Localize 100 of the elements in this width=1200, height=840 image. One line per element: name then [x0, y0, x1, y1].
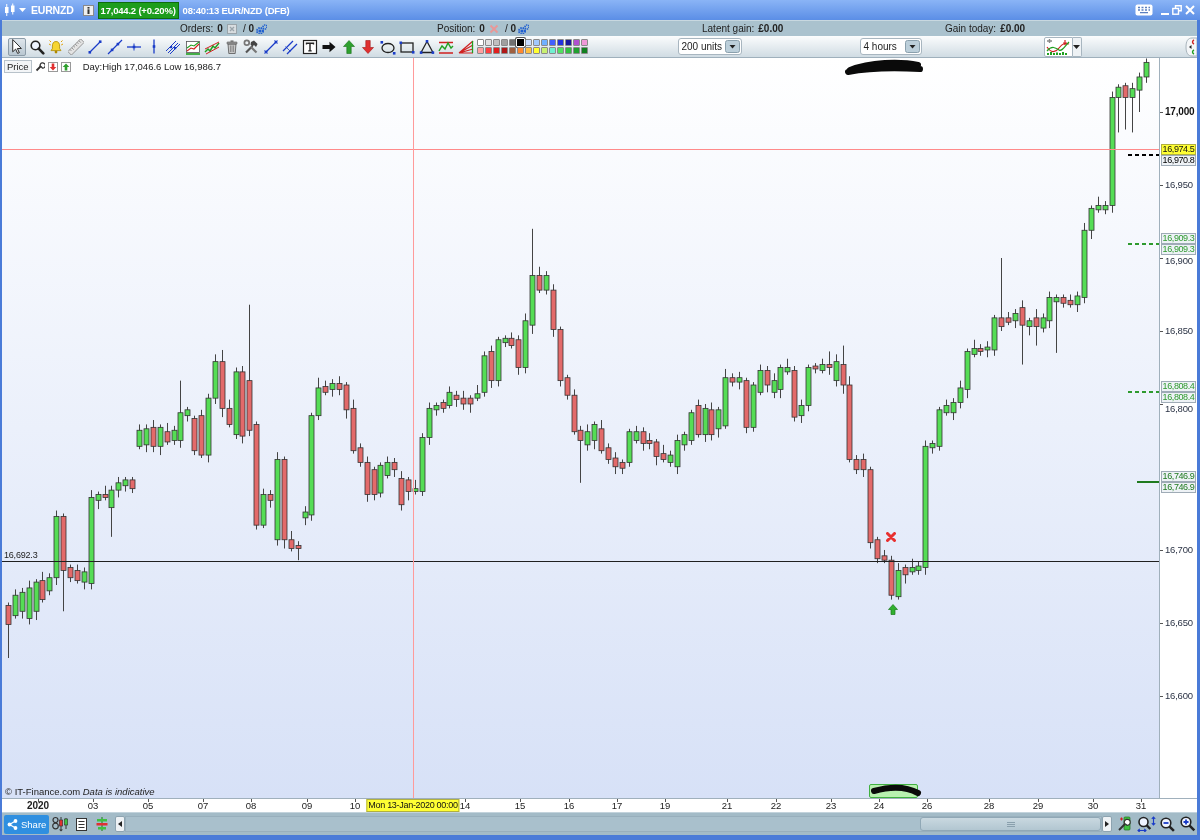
- caret-icon[interactable]: [19, 8, 26, 12]
- color-swatch-icon[interactable]: [492, 47, 500, 54]
- close-icon[interactable]: [1185, 5, 1195, 15]
- tool-button[interactable]: [86, 37, 104, 56]
- color-swatch-icon[interactable]: [556, 39, 564, 46]
- ellipse-icon: [379, 38, 396, 55]
- wrench-settings-icon[interactable]: [1117, 816, 1133, 832]
- gear-icon[interactable]: [255, 23, 268, 34]
- zoom-out-icon[interactable]: [1160, 816, 1175, 832]
- chart-type-icon[interactable]: [52, 816, 69, 832]
- color-swatch-icon[interactable]: [564, 39, 572, 46]
- color-swatch-icon[interactable]: [532, 39, 540, 46]
- color-swatch-icon[interactable]: [484, 47, 492, 54]
- date-axis-label: 15: [514, 800, 526, 812]
- date-axis-label: 30: [1087, 800, 1099, 812]
- down-arrow-box-icon[interactable]: [47, 61, 58, 72]
- tool-button[interactable]: [242, 37, 260, 56]
- scroll-right-button[interactable]: [1102, 816, 1112, 832]
- crosshair-date-tag: Mon 13-Jan-2020 00:00: [366, 799, 460, 812]
- color-swatch-icon[interactable]: [580, 47, 588, 54]
- indicator-bars-icon[interactable]: [96, 817, 108, 831]
- tool-button[interactable]: [300, 37, 319, 56]
- color-swatch-icon[interactable]: [484, 39, 492, 46]
- color-swatch-icon[interactable]: [548, 47, 556, 54]
- date-axis-label: 19: [659, 800, 671, 812]
- color-swatch-icon[interactable]: [580, 39, 588, 46]
- keyboard-icon[interactable]: [1135, 4, 1153, 16]
- caret-icon: [1073, 44, 1080, 49]
- info-icon[interactable]: [82, 4, 94, 16]
- date-axis-label: 28: [983, 800, 995, 812]
- market-time-text: 08:40:13 EUR/NZD (DFB): [182, 4, 290, 16]
- scroll-left-button[interactable]: [115, 816, 125, 832]
- magnifier-icon: [28, 38, 45, 55]
- color-swatch-icon[interactable]: [540, 39, 548, 46]
- price-axis-label: 16,600: [1165, 690, 1193, 701]
- color-swatch-icon[interactable]: [532, 47, 540, 54]
- color-swatch-icon[interactable]: [572, 39, 580, 46]
- color-swatch-icon[interactable]: [540, 47, 548, 54]
- color-swatch-icon[interactable]: [500, 39, 508, 46]
- color-swatch-icon[interactable]: [516, 47, 524, 54]
- right-caret-icon: [1105, 821, 1109, 827]
- zoom-in-icon[interactable]: [1180, 816, 1196, 832]
- color-swatch-icon[interactable]: [564, 47, 572, 54]
- hammer-wrench-icon: [243, 38, 259, 55]
- tool-button[interactable]: [8, 37, 26, 56]
- wrench-icon[interactable]: [34, 61, 45, 72]
- price-label: 16,692.3: [4, 550, 38, 560]
- color-swatch-icon[interactable]: [524, 47, 532, 54]
- price-badge: 17,044.2 (+0.20%): [97, 1, 179, 19]
- price-tag: 16,970.8: [1161, 154, 1196, 166]
- color-swatch-icon[interactable]: [500, 47, 508, 54]
- down-arrow-icon: [360, 38, 376, 55]
- tool-button[interactable]: [27, 37, 46, 56]
- series-label[interactable]: Price: [4, 60, 32, 73]
- interval-dropdown[interactable]: 4 hours: [859, 38, 922, 55]
- info-total: / 0: [242, 23, 255, 34]
- color-swatch-icon[interactable]: [508, 47, 516, 54]
- up-arrow-box-icon[interactable]: [60, 61, 71, 72]
- bell-icon: [48, 38, 64, 55]
- caret-icon: [904, 40, 920, 53]
- tool-button[interactable]: [261, 37, 280, 56]
- color-swatch-icon[interactable]: [548, 39, 556, 46]
- price-axis-label: 16,850: [1165, 325, 1193, 336]
- restore-icon[interactable]: [1172, 5, 1182, 15]
- diagonal-line-icon: [262, 38, 279, 55]
- price-tag: 16,909.3: [1161, 244, 1196, 255]
- minimize-icon[interactable]: [1161, 12, 1169, 15]
- indicator-button[interactable]: [1043, 36, 1073, 57]
- caret-icon: [725, 40, 741, 53]
- text-box-icon: [301, 38, 318, 55]
- cursor-icon: [11, 38, 23, 55]
- candlestick-icon[interactable]: [4, 3, 16, 17]
- date-axis-label: 16: [563, 800, 575, 812]
- price-tag: 16,808.4: [1161, 392, 1196, 403]
- share-icon: [7, 818, 18, 830]
- color-swatch-icon[interactable]: [524, 39, 532, 46]
- date-axis-label: 08: [245, 800, 257, 812]
- tool-button[interactable]: [105, 37, 124, 56]
- price-axis-label: 16,800: [1165, 403, 1193, 414]
- color-swatch-icon[interactable]: [492, 39, 500, 46]
- color-swatch-icon[interactable]: [556, 47, 564, 54]
- price-axis-label: 16,700: [1165, 544, 1193, 555]
- side-panel-icon[interactable]: [1185, 36, 1197, 57]
- price-axis-label: 16,950: [1165, 179, 1193, 190]
- color-swatch-icon[interactable]: [476, 47, 484, 54]
- color-swatch-icon[interactable]: [476, 39, 484, 46]
- fan-lines-icon: [457, 38, 474, 55]
- date-axis-label: 29: [1032, 800, 1044, 812]
- zoom-fit-icon[interactable]: [1137, 816, 1156, 832]
- quantity-dropdown[interactable]: 200 units: [677, 38, 742, 55]
- vertical-line-icon: [151, 39, 156, 54]
- date-axis-label: 14: [459, 800, 471, 812]
- date-axis-label: 09: [301, 800, 313, 812]
- scrollbar-thumb[interactable]: [920, 817, 1101, 831]
- info-label: Gain today:: [945, 23, 997, 34]
- tool-button[interactable]: [417, 37, 436, 56]
- color-swatch-icon[interactable]: [572, 47, 580, 54]
- price-axis-label: 16,900: [1165, 255, 1193, 266]
- dropdown-button[interactable]: [1072, 36, 1082, 57]
- list-icon[interactable]: [76, 817, 87, 831]
